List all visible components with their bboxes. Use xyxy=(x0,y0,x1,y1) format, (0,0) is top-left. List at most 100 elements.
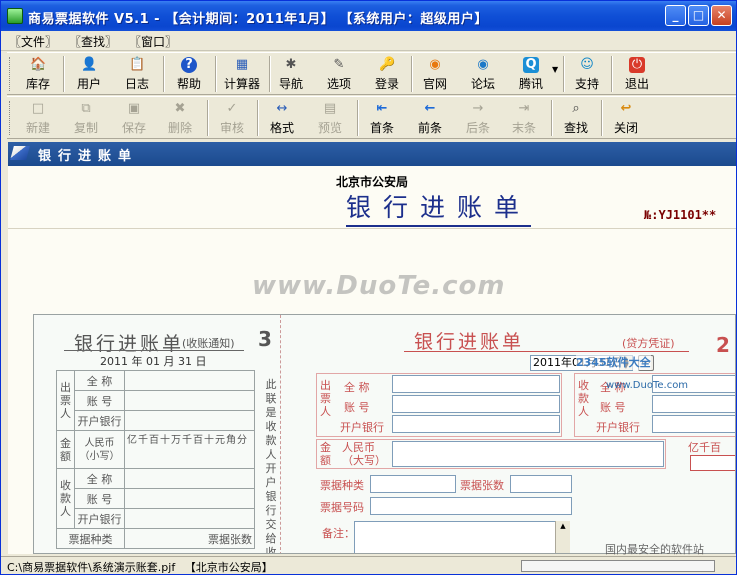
payee-account-input[interactable] xyxy=(652,395,735,413)
amount-digits-input[interactable] xyxy=(690,455,735,471)
right-amount-label: 金额 xyxy=(320,441,331,467)
tool-login-label: 登录 xyxy=(374,77,399,91)
tool-user-label: 用户 xyxy=(76,77,101,91)
tool-audit[interactable]: ✓ 审核 xyxy=(211,99,253,138)
save-icon: ▣ xyxy=(127,101,141,116)
status-bar: C:\商易票据软件\系统演示账套.pjf 【北京市公安局】 xyxy=(1,556,736,574)
tool-preview[interactable]: ▤ 预览 xyxy=(309,99,351,138)
payer-name-input[interactable] xyxy=(392,375,560,393)
format-icon: ↔ xyxy=(276,101,288,116)
tool-forum[interactable]: ◉ 论坛 xyxy=(463,55,503,94)
remark-scrollbar[interactable]: ▲ xyxy=(555,521,570,553)
tool-copy-label: 复制 xyxy=(73,121,98,135)
right-copy-number: 2 xyxy=(716,333,730,357)
tool-navigate[interactable]: ✱ 导航 xyxy=(271,55,311,94)
window-title: 商易票据软件 V5.1 - 【会计期间：2011年1月】 【系统用户：超级用户】 xyxy=(28,12,488,27)
panel-title: 银行进账单 xyxy=(38,149,139,164)
options-icon: ✎ xyxy=(333,57,345,72)
right-bank-label: 开户银行 xyxy=(340,421,384,434)
serial-number: №:YJ1101** xyxy=(644,208,717,222)
bill-type-input[interactable] xyxy=(370,475,456,493)
key-icon: 🔑 xyxy=(379,57,396,72)
menu-find[interactable]: 〖查找〗 xyxy=(69,33,117,50)
tool-user[interactable]: 👤 用户 xyxy=(69,55,109,94)
amount-words-input[interactable] xyxy=(392,441,664,467)
tool-search[interactable]: ⌕ 查找 xyxy=(555,99,597,138)
status-progress xyxy=(521,560,715,572)
left-billtype-label: 票据种类 xyxy=(56,528,125,549)
toolbar-grip[interactable] xyxy=(9,57,12,91)
last-record-icon: ⇥ xyxy=(518,101,530,116)
tool-format-label: 格式 xyxy=(269,121,294,135)
left-payee-fullname-cell xyxy=(124,468,255,489)
right-billcount-label: 票据张数 xyxy=(460,479,504,492)
toolbar-separator xyxy=(257,100,259,136)
left-voucher-grid: 出 票 人 全 称 账 号 开户银行 金 额 人民币（小写） 亿千百十万千百十元… xyxy=(56,370,255,549)
tool-next[interactable]: → 后条 xyxy=(457,99,499,138)
right-billtype-label: 票据种类 xyxy=(320,479,364,492)
payee-bank-input[interactable] xyxy=(652,415,735,433)
right-title-underline xyxy=(404,351,689,352)
menu-file[interactable]: 〖文件〗 xyxy=(9,33,57,50)
left-copy-number: 3 xyxy=(258,327,272,351)
tool-close[interactable]: ↩ 关闭 xyxy=(605,99,647,138)
toolbar-grip[interactable] xyxy=(9,101,12,135)
left-rmb-label: 人民币（小写） xyxy=(74,430,125,469)
tool-login[interactable]: 🔑 登录 xyxy=(367,55,407,94)
remark-textarea[interactable] xyxy=(354,521,570,553)
tool-calculator-label: 计算器 xyxy=(223,77,260,91)
tool-website[interactable]: ◉ 官网 xyxy=(415,55,455,94)
bill-count-input[interactable] xyxy=(510,475,572,493)
support-icon: ☺ xyxy=(580,57,594,72)
voucher-perforation xyxy=(280,315,281,553)
tool-last[interactable]: ⇥ 末条 xyxy=(503,99,545,138)
tool-delete[interactable]: ✖ 删除 xyxy=(159,99,201,138)
maximize-button[interactable]: □ xyxy=(688,5,709,26)
tool-help-label: 帮助 xyxy=(176,77,201,91)
tool-prev-label: 前条 xyxy=(417,121,442,135)
tool-next-label: 后条 xyxy=(465,121,490,135)
menu-window[interactable]: 〖窗口〗 xyxy=(129,33,177,50)
panel-header: 银行进账单 xyxy=(8,142,736,166)
chevron-down-icon[interactable]: ▼ xyxy=(552,65,558,74)
left-payee-bank-label: 开户银行 xyxy=(74,508,125,529)
tool-options-label: 选项 xyxy=(326,77,351,91)
prev-record-icon: ← xyxy=(424,101,436,116)
left-billcount-label: 票据张数 xyxy=(124,528,255,549)
toolbar-separator xyxy=(215,56,217,92)
user-icon: 👤 xyxy=(81,57,98,72)
tool-delete-label: 删除 xyxy=(167,121,192,135)
close-button[interactable]: ✕ xyxy=(711,5,732,26)
tool-format[interactable]: ↔ 格式 xyxy=(261,99,303,138)
title-bar[interactable]: 商易票据软件 V5.1 - 【会计期间：2011年1月】 【系统用户：超级用户】… xyxy=(1,1,736,31)
left-digits: 亿千百十万千百十元角分 xyxy=(124,430,255,469)
left-payee-account-label: 账 号 xyxy=(74,488,125,509)
left-payee-bank-cell xyxy=(124,508,255,529)
tool-help[interactable]: ? 帮助 xyxy=(169,55,209,94)
right-payer-label: 出票人 xyxy=(320,379,331,418)
minimize-button[interactable]: _ xyxy=(665,5,686,26)
tool-copy[interactable]: ⧉ 复制 xyxy=(65,99,107,138)
tool-first[interactable]: ⇤ 首条 xyxy=(361,99,403,138)
tool-new[interactable]: □ 新建 xyxy=(17,99,59,138)
bill-number-input[interactable] xyxy=(370,497,572,515)
tool-tencent[interactable]: Q 腾讯 xyxy=(511,55,551,94)
tool-exit[interactable]: ⏻ 退出 xyxy=(617,55,657,94)
payer-bank-input[interactable] xyxy=(392,415,560,433)
tool-calculator[interactable]: ▦ 计算器 xyxy=(219,55,265,94)
tool-save[interactable]: ▣ 保存 xyxy=(113,99,155,138)
tool-inventory[interactable]: 🏠 库存 xyxy=(17,55,59,94)
document-area[interactable]: 北京市公安局 银行进账单 №:YJ1101** www.DuoTe.com 银行… xyxy=(8,166,736,554)
status-org: 【北京市公安局】 xyxy=(184,561,273,574)
tool-options[interactable]: ✎ 选项 xyxy=(319,55,359,94)
first-record-icon: ⇤ xyxy=(376,101,388,116)
payer-account-input[interactable] xyxy=(392,395,560,413)
tool-prev[interactable]: ← 前条 xyxy=(409,99,451,138)
left-bank-label: 开户银行 xyxy=(74,410,125,431)
tool-log[interactable]: 📋 日志 xyxy=(117,55,157,94)
home-icon: 🏠 xyxy=(30,57,47,72)
tool-support[interactable]: ☺ 支持 xyxy=(567,55,607,94)
record-toolbar: □ 新建 ⧉ 复制 ▣ 保存 ✖ 删除 ✓ 审核 ↔ 格式 ▤ 预览 ⇤ 首条 … xyxy=(7,96,736,139)
right-fullname-label: 全 称 xyxy=(344,381,370,394)
payer-label: 出 票 人 xyxy=(56,370,75,431)
